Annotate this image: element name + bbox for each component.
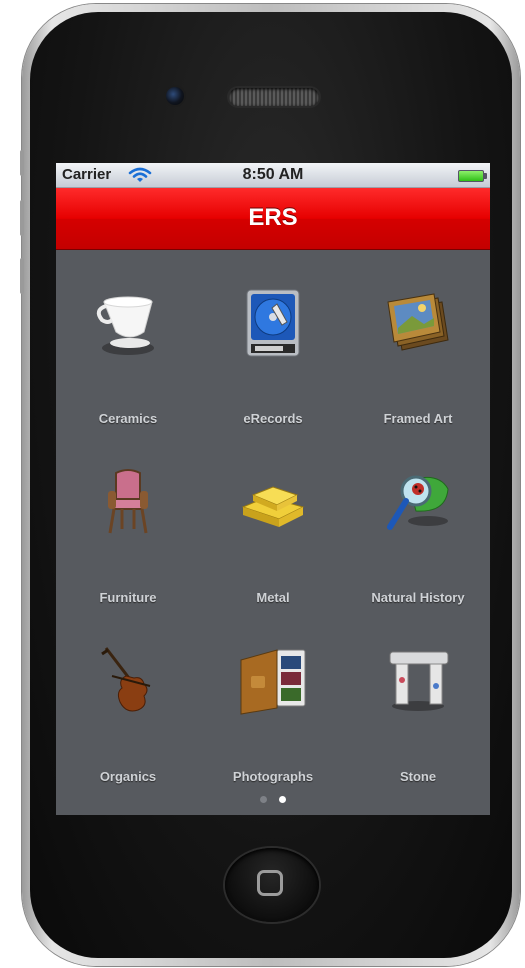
grid-item-label: eRecords	[243, 411, 303, 426]
hard-drive-icon	[237, 288, 309, 360]
grid-item-label: Stone	[399, 769, 437, 784]
photo-album-icon	[237, 646, 309, 718]
page-dot-2[interactable]	[279, 796, 286, 803]
home-button[interactable]	[225, 848, 319, 922]
grid-item-label: Metal	[256, 590, 290, 605]
grid-item-label: Natural History	[371, 590, 465, 605]
magnifier-leaf-icon	[382, 467, 454, 539]
navigation-bar: ERS	[56, 188, 490, 250]
grid-item-label: Ceramics	[98, 411, 158, 426]
armchair-icon	[92, 467, 164, 539]
phone-screen: Carrier 8:50 AM ERS Ceramics eRecords Fr…	[56, 163, 490, 815]
volume-up-button	[20, 200, 24, 236]
grid-item-label: Furniture	[99, 590, 157, 605]
gold-bars-icon	[237, 467, 309, 539]
violin-icon	[92, 646, 164, 718]
grid-item-label: Organics	[99, 769, 157, 784]
home-square-icon	[257, 870, 283, 896]
grid-item-natural-history[interactable]: Natural History	[346, 467, 490, 605]
earpiece-speaker	[229, 88, 319, 106]
page-title: ERS	[248, 204, 298, 231]
grid-item-organics[interactable]: Organics	[56, 646, 200, 784]
status-time: 8:50 AM	[242, 166, 304, 183]
grid-item-framed-art[interactable]: Framed Art	[346, 288, 490, 426]
mute-switch	[20, 150, 24, 176]
volume-down-button	[20, 258, 24, 294]
grid-item-ceramics[interactable]: Ceramics	[56, 288, 200, 426]
grid-item-label: Framed Art	[383, 411, 453, 426]
grid-item-furniture[interactable]: Furniture	[56, 467, 200, 605]
page-dot-1[interactable]	[260, 796, 267, 803]
framed-pictures-icon	[382, 288, 454, 360]
battery-icon	[458, 170, 487, 182]
grid-item-label: Photographs	[232, 769, 314, 784]
grid-item-erecords[interactable]: eRecords	[201, 288, 345, 426]
category-grid: Ceramics eRecords Framed Art Furniture M…	[56, 250, 490, 790]
page-control[interactable]	[256, 796, 290, 804]
grid-item-metal[interactable]: Metal	[201, 467, 345, 605]
grid-item-stone[interactable]: Stone	[346, 646, 490, 784]
grid-item-photographs[interactable]: Photographs	[201, 646, 345, 784]
stone-pillars-icon	[382, 646, 454, 718]
front-camera	[166, 87, 184, 105]
status-bar: Carrier 8:50 AM	[56, 163, 490, 188]
teacup-icon	[92, 288, 164, 360]
